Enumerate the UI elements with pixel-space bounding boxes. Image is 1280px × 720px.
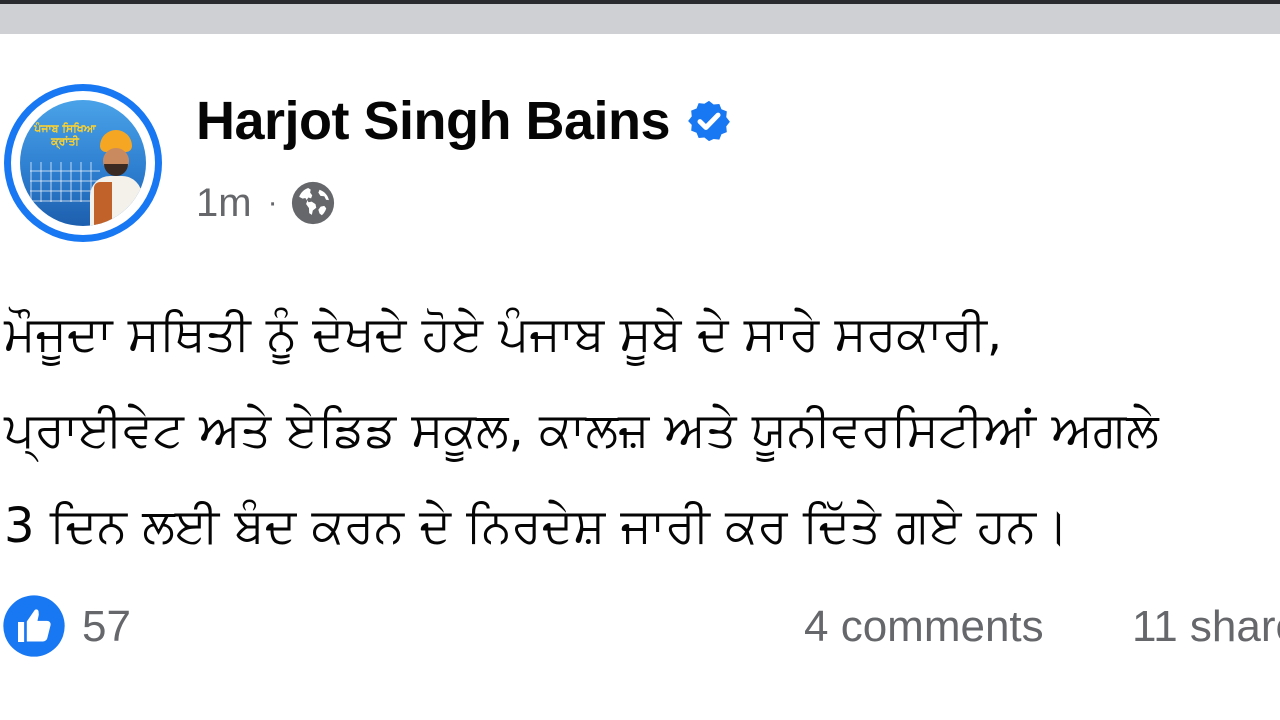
author-avatar[interactable]: ਪੰਜਾਬ ਸਿਖਿਆ ਕ੍ਰਾਂਤੀ [4, 84, 162, 242]
reaction-count[interactable]: 57 [82, 602, 131, 652]
author-name[interactable]: Harjot Singh Bains [196, 90, 671, 152]
meta-separator: · [267, 186, 278, 219]
post-body-text: ਮੌਜੂਦਾ ਸਥਿਤੀ ਨੂੰ ਦੇਖਦੇ ਹੋਏ ਪੰਜਾਬ ਸੂਬੇ ਦੇ… [4, 286, 1280, 574]
author-name-row: Harjot Singh Bains [196, 88, 732, 154]
post-meta-row: 1m · [196, 178, 336, 228]
post-footer: 57 4 comments 11 shares [0, 594, 1280, 664]
avatar-person [86, 130, 144, 226]
post-text-line: 3 ਦਿਨ ਲਈ ਬੰਦ ਕਰਨ ਦੇ ਨਿਰਦੇਸ਼ ਜਾਰੀ ਕਰ ਦਿੱਤ… [4, 498, 1069, 554]
verified-badge-icon [686, 98, 732, 144]
globe-icon[interactable] [290, 180, 336, 226]
post-text-line: ਮੌਜੂਦਾ ਸਥਿਤੀ ਨੂੰ ਦੇਖਦੇ ਹੋਏ ਪੰਜਾਬ ਸੂਬੇ ਦੇ… [4, 306, 1003, 362]
post-timestamp[interactable]: 1m [196, 181, 252, 226]
comments-count[interactable]: 4 comments [804, 602, 1044, 652]
top-bar [0, 0, 1280, 34]
avatar-image: ਪੰਜਾਬ ਸਿਖਿਆ ਕ੍ਰਾਂਤੀ [20, 100, 146, 226]
post-text-line: ਪ੍ਰਾਈਵੇਟ ਅਤੇ ਏਡਿਡ ਸਕੂਲ, ਕਾਲਜ਼ ਅਤੇ ਯੂਨੀਵਰ… [4, 402, 1159, 458]
avatar-border: ਪੰਜਾਬ ਸਿਖਿਆ ਕ੍ਰਾਂਤੀ [11, 91, 155, 235]
shares-count[interactable]: 11 shares [1132, 602, 1280, 652]
post-card: ਪੰਜਾਬ ਸਿਖਿਆ ਕ੍ਰਾਂਤੀ Harjot Singh Bains 1… [0, 34, 1280, 720]
like-icon[interactable] [2, 594, 66, 658]
